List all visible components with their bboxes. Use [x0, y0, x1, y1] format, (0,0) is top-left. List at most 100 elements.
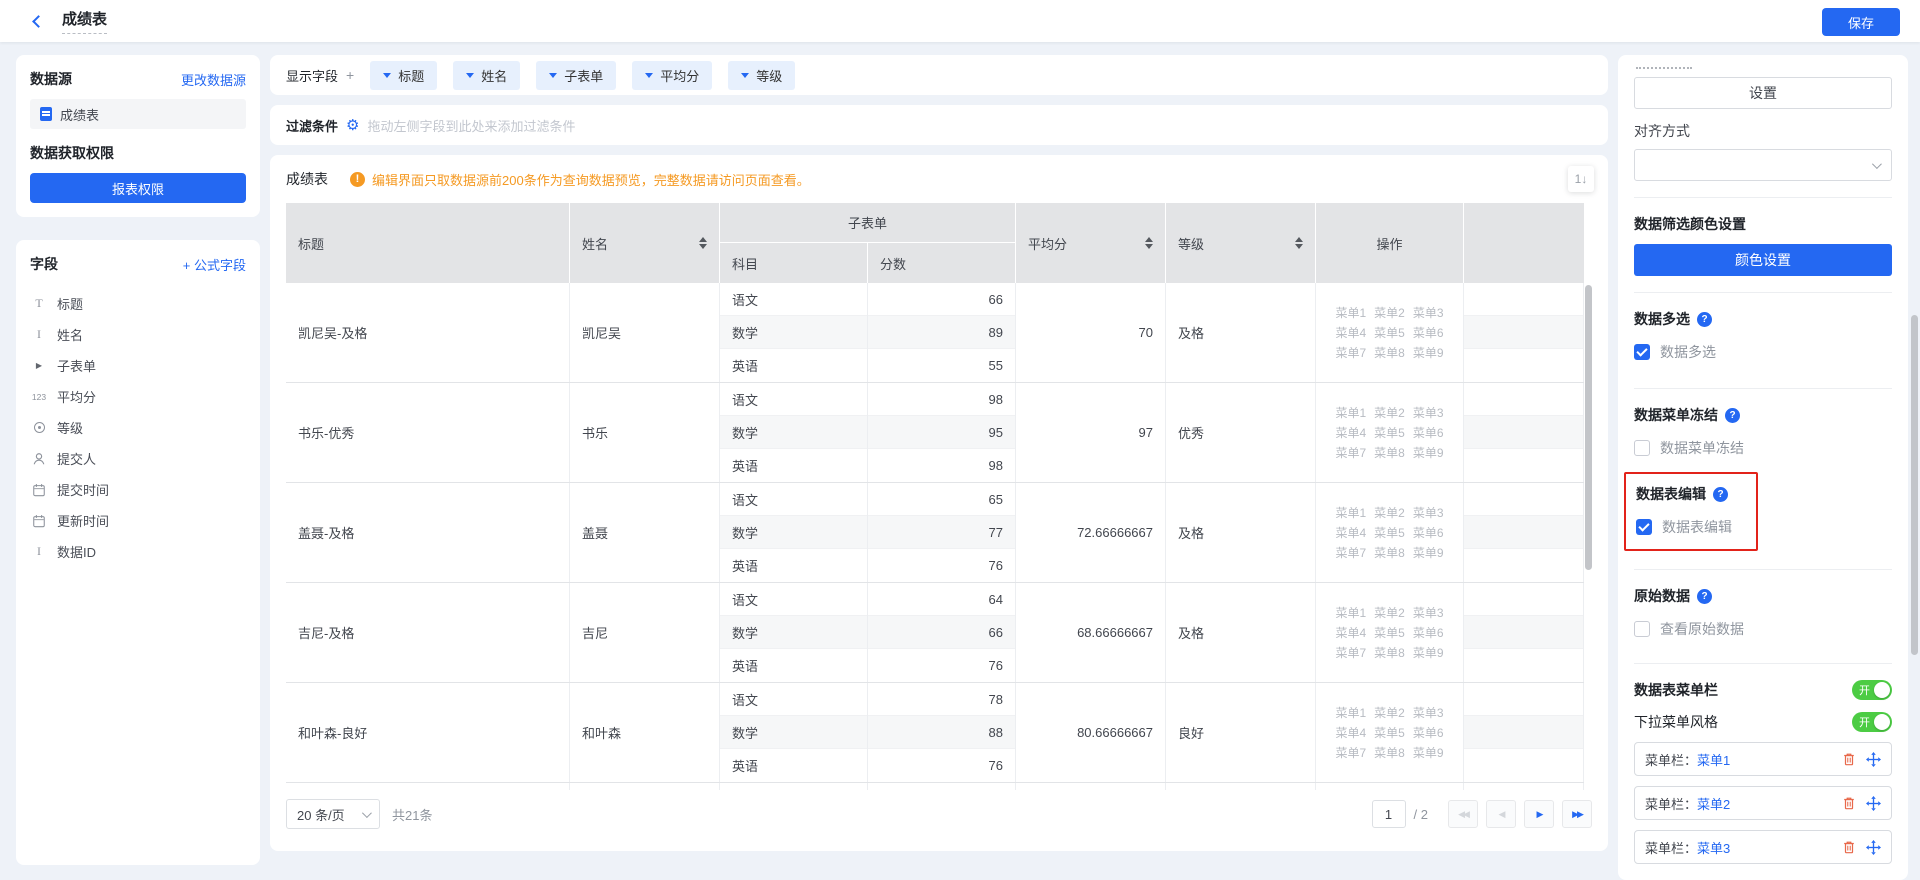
move-icon[interactable]: [1866, 796, 1881, 811]
action-menu-item[interactable]: 菜单9: [1413, 444, 1444, 461]
trash-icon[interactable]: [1842, 752, 1856, 766]
table-edit-checkbox[interactable]: 数据表编辑: [1636, 517, 1732, 537]
display-field-chip[interactable]: 等级: [728, 61, 795, 90]
action-menu-item[interactable]: 菜单6: [1413, 324, 1444, 341]
column-header-title[interactable]: 标题: [286, 203, 570, 283]
action-menu-item[interactable]: 菜单9: [1413, 744, 1444, 761]
help-icon[interactable]: ?: [1697, 589, 1712, 604]
move-icon[interactable]: [1866, 752, 1881, 767]
add-formula-field-link[interactable]: + 公式字段: [183, 255, 246, 274]
action-menu-item[interactable]: 菜单7: [1335, 444, 1366, 461]
sort-arrows-icon[interactable]: [1145, 237, 1153, 250]
action-menu-item[interactable]: 菜单3: [1413, 404, 1444, 421]
table-row[interactable]: 和叶森-良好和叶森语文数学英语78887680.66666667良好菜单1菜单2…: [286, 683, 1584, 783]
action-menu-item[interactable]: 菜单8: [1374, 444, 1405, 461]
filter-settings-gear-icon[interactable]: ⚙: [346, 118, 359, 133]
menu-freeze-checkbox[interactable]: 数据菜单冻结: [1634, 438, 1892, 458]
action-menu-item[interactable]: 菜单4: [1335, 524, 1366, 541]
action-menu-item[interactable]: 菜单2: [1374, 404, 1405, 421]
table-row[interactable]: 吉尼-及格吉尼语文数学英语64667668.66666667及格菜单1菜单2菜单…: [286, 583, 1584, 683]
action-menu-item[interactable]: 菜单4: [1335, 724, 1366, 741]
menubar-item-name-link[interactable]: 菜单3: [1697, 838, 1730, 857]
action-menu-item[interactable]: 菜单4: [1335, 324, 1366, 341]
dropdown-style-toggle[interactable]: 开: [1852, 712, 1892, 732]
field-item-数据ID[interactable]: I数据ID: [30, 536, 246, 567]
page-size-select[interactable]: 20 条/页: [286, 799, 380, 829]
menubar-item-name-link[interactable]: 菜单2: [1697, 794, 1730, 813]
table-scrollbar[interactable]: [1585, 285, 1592, 570]
checkbox-unchecked-icon[interactable]: [1634, 621, 1650, 637]
trash-icon[interactable]: [1842, 840, 1856, 854]
add-display-field-button[interactable]: +: [346, 67, 354, 83]
back-button[interactable]: [28, 11, 48, 31]
action-menu-item[interactable]: 菜单8: [1374, 644, 1405, 661]
action-menu-item[interactable]: 菜单4: [1335, 624, 1366, 641]
multi-select-checkbox[interactable]: 数据多选: [1634, 342, 1892, 362]
field-item-等级[interactable]: 等级: [30, 412, 246, 443]
save-button[interactable]: 保存: [1822, 8, 1900, 36]
action-menu-item[interactable]: 菜单1: [1335, 404, 1366, 421]
color-settings-button[interactable]: 颜色设置: [1634, 244, 1892, 276]
help-icon[interactable]: ?: [1713, 487, 1728, 502]
column-header-average[interactable]: 平均分: [1016, 203, 1166, 283]
column-header-grade[interactable]: 等级: [1166, 203, 1316, 283]
align-select[interactable]: [1634, 149, 1892, 181]
action-menu-item[interactable]: 菜单5: [1374, 624, 1405, 641]
action-menu-item[interactable]: 菜单1: [1335, 704, 1366, 721]
field-item-标题[interactable]: T标题: [30, 288, 246, 319]
action-menu-item[interactable]: 菜单7: [1335, 744, 1366, 761]
field-item-提交时间[interactable]: 提交时间: [30, 474, 246, 505]
raw-data-checkbox[interactable]: 查看原始数据: [1634, 619, 1892, 639]
action-menu-item[interactable]: 菜单1: [1335, 604, 1366, 621]
action-menu-item[interactable]: 菜单1: [1335, 304, 1366, 321]
table-row[interactable]: 凯尼吴-及格凯尼吴语文数学英语66895570及格菜单1菜单2菜单3菜单4菜单5…: [286, 283, 1584, 383]
action-menu-item[interactable]: 菜单8: [1374, 344, 1405, 361]
action-menu-item[interactable]: 菜单5: [1374, 324, 1405, 341]
display-field-chip[interactable]: 标题: [370, 61, 437, 90]
last-page-button[interactable]: ▶▶: [1562, 800, 1592, 828]
field-item-姓名[interactable]: I姓名: [30, 319, 246, 350]
column-header-name[interactable]: 姓名: [570, 203, 720, 283]
action-menu-item[interactable]: 菜单8: [1374, 744, 1405, 761]
action-menu-item[interactable]: 菜单5: [1374, 524, 1405, 541]
column-header-score[interactable]: 分数: [868, 243, 1016, 283]
first-page-button[interactable]: ◀◀: [1448, 800, 1478, 828]
menubar-item-name-link[interactable]: 菜单1: [1697, 750, 1730, 769]
report-permission-button[interactable]: 报表权限: [30, 173, 246, 203]
menubar-item[interactable]: 菜单栏：菜单3: [1634, 830, 1892, 864]
datasource-item[interactable]: 成绩表: [30, 99, 246, 129]
display-field-chip[interactable]: 子表单: [536, 61, 616, 90]
action-menu-item[interactable]: 菜单9: [1413, 644, 1444, 661]
prev-page-button[interactable]: ◀: [1486, 800, 1516, 828]
menubar-item[interactable]: 菜单栏：菜单1: [1634, 742, 1892, 776]
menubar-item[interactable]: 菜单栏：菜单2: [1634, 786, 1892, 820]
field-item-更新时间[interactable]: 更新时间: [30, 505, 246, 536]
action-menu-item[interactable]: 菜单1: [1335, 504, 1366, 521]
field-item-平均分[interactable]: 123平均分: [30, 381, 246, 412]
sort-arrows-icon[interactable]: [1295, 237, 1303, 250]
display-field-chip[interactable]: 姓名: [453, 61, 520, 90]
action-menu-item[interactable]: 菜单3: [1413, 704, 1444, 721]
table-row[interactable]: 盖聂-及格盖聂语文数学英语65777672.66666667及格菜单1菜单2菜单…: [286, 483, 1584, 583]
page-title[interactable]: 成绩表: [62, 8, 107, 34]
move-icon[interactable]: [1866, 840, 1881, 855]
action-menu-item[interactable]: 菜单7: [1335, 544, 1366, 561]
checkbox-checked-icon[interactable]: [1634, 344, 1650, 360]
action-menu-item[interactable]: 菜单2: [1374, 704, 1405, 721]
action-menu-item[interactable]: 菜单5: [1374, 724, 1405, 741]
action-menu-item[interactable]: 菜单3: [1413, 504, 1444, 521]
action-menu-item[interactable]: 菜单2: [1374, 504, 1405, 521]
checkbox-checked-icon[interactable]: [1636, 519, 1652, 535]
page-number-input[interactable]: 1: [1372, 800, 1406, 828]
checkbox-unchecked-icon[interactable]: [1634, 440, 1650, 456]
column-header-subject[interactable]: 科目: [720, 243, 868, 283]
action-menu-item[interactable]: 菜单8: [1374, 544, 1405, 561]
action-menu-item[interactable]: 菜单4: [1335, 424, 1366, 441]
action-menu-item[interactable]: 菜单9: [1413, 544, 1444, 561]
action-menu-item[interactable]: 菜单6: [1413, 424, 1444, 441]
action-menu-item[interactable]: 菜单2: [1374, 604, 1405, 621]
action-menu-item[interactable]: 菜单6: [1413, 724, 1444, 741]
action-menu-item[interactable]: 菜单2: [1374, 304, 1405, 321]
action-menu-item[interactable]: 菜单6: [1413, 524, 1444, 541]
window-scrollbar[interactable]: [1911, 315, 1918, 655]
